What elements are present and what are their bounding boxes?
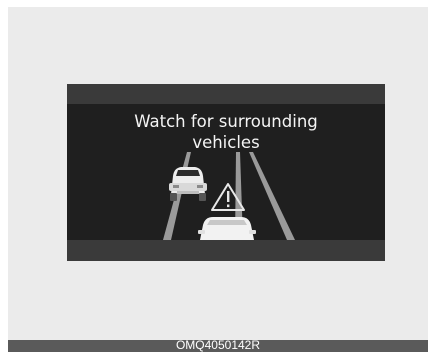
right-lane-line: [249, 152, 295, 240]
figure-caption-bar: OMQ4050142R: [8, 338, 428, 352]
figure-code: OMQ4050142R: [175, 338, 261, 352]
warning-message: Watch for surrounding vehicles: [67, 111, 385, 153]
instrument-cluster-display: Watch for surrounding vehicles: [67, 84, 385, 261]
surrounding-vehicle-icon: [169, 167, 207, 201]
warning-message-line-2: vehicles: [192, 133, 260, 152]
warning-message-line-1: Watch for surrounding: [134, 112, 318, 131]
own-vehicle-icon: [198, 217, 256, 240]
